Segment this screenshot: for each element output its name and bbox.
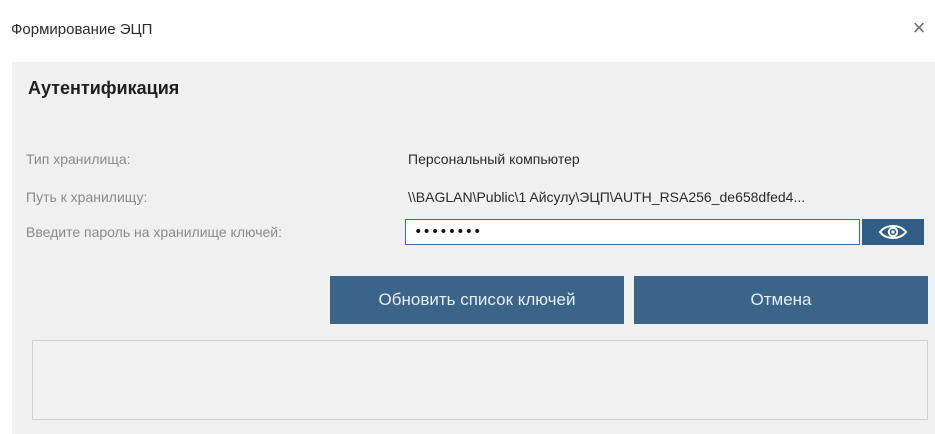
close-icon[interactable]: × (907, 16, 931, 40)
storage-path-value: \\BAGLAN\Public\1 Aйсулу\ЭЦП\AUTH_RSA256… (408, 189, 806, 205)
section-title: Аутентификация (28, 78, 180, 98)
storage-path-label: Путь к хранилищу: (26, 189, 148, 205)
storage-type-value: Персональный компьютер (408, 151, 580, 167)
refresh-keys-button[interactable]: Обновить список ключей (330, 276, 624, 324)
dialog-window: Формирование ЭЦП × Аутентификация Тип хр… (0, 0, 935, 434)
cancel-button[interactable]: Отмена (634, 276, 928, 324)
password-label: Введите пароль на хранилище ключей: (26, 224, 282, 240)
show-password-button[interactable] (862, 219, 924, 245)
password-field-group (405, 219, 930, 245)
dialog-content: Аутентификация Тип хранилища: Персональн… (12, 62, 935, 434)
message-area (32, 340, 928, 420)
title-bar: Формирование ЭЦП × (0, 0, 935, 62)
eye-icon (878, 225, 908, 239)
password-input[interactable] (405, 219, 860, 245)
storage-type-label: Тип хранилища: (26, 151, 131, 167)
window-title: Формирование ЭЦП (11, 21, 153, 38)
